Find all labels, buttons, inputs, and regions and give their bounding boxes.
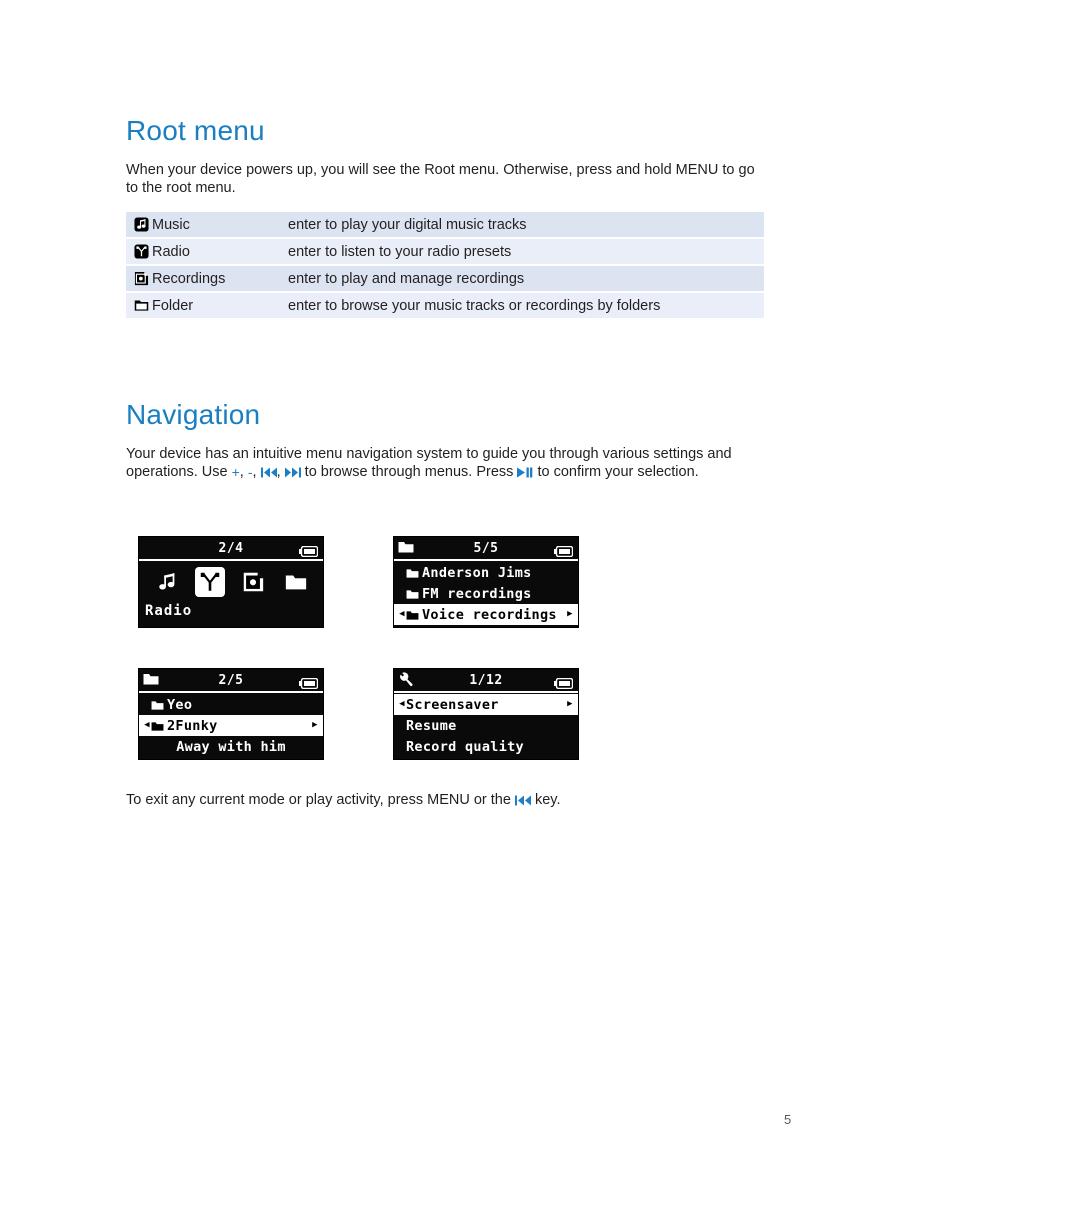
page-title-root-menu: Root menu	[126, 115, 265, 146]
list-item[interactable]: Anderson Jims	[394, 562, 578, 583]
list-item-selected[interactable]: ◀ Voice recordings ▶	[394, 604, 578, 625]
list-item-label: Screensaver	[406, 696, 499, 713]
table-cell-name-label: Recordings	[152, 270, 226, 287]
list-item-selected[interactable]: ◀ Screensaver ▶	[394, 694, 578, 715]
list-item[interactable]: Record quality	[394, 736, 578, 757]
folder-icon	[406, 609, 419, 620]
document-page: Root menu When your device powers up, yo…	[0, 0, 1080, 1228]
table-row: Recordings enter to play and manage reco…	[126, 266, 764, 291]
list-item-label: Record quality	[406, 738, 524, 755]
page-number: 5	[784, 1112, 792, 1127]
chevron-right-icon[interactable]: ▶	[566, 610, 574, 619]
navigation-comma-1: ,	[239, 463, 248, 480]
chevron-left-icon[interactable]: ◀	[143, 721, 151, 730]
recordings-mic-icon	[134, 271, 149, 286]
lcd-screen-album-list: 2/5 Yeo ◀ 2Funky ▶ Away with him	[138, 668, 324, 760]
folder-icon	[398, 540, 414, 555]
lcd-selected-item-label: Radio	[145, 603, 193, 619]
music-note-icon[interactable]	[152, 567, 182, 597]
exit-paragraph-part1: To exit any current mode or play activit…	[126, 792, 515, 808]
folder-icon	[406, 567, 419, 578]
chevron-right-icon[interactable]: ▶	[566, 700, 574, 709]
table-cell-name-label: Music	[152, 216, 190, 233]
table-cell-name-label: Radio	[152, 243, 190, 260]
lcd-body: Anderson Jims FM recordings ◀ Voice reco…	[394, 561, 578, 627]
table-cell-name-label: Folder	[152, 297, 194, 314]
exit-paragraph-part2: key.	[530, 792, 561, 808]
battery-full-icon	[554, 542, 574, 558]
folder-icon	[134, 298, 149, 313]
list-item-label: Yeo	[167, 696, 193, 713]
table-cell-description: enter to play and manage recordings	[288, 270, 525, 287]
table-row: Folder enter to browse your music tracks…	[126, 293, 764, 318]
battery-full-icon	[299, 674, 319, 690]
lcd-titlebar: 1/12	[394, 669, 578, 693]
radio-antenna-icon[interactable]	[194, 567, 225, 597]
chevron-left-icon[interactable]: ◀	[398, 610, 406, 619]
lcd-body: Yeo ◀ 2Funky ▶ Away with him	[139, 693, 323, 759]
lcd-body: Radio	[139, 561, 323, 627]
navigation-comma-2: ,	[252, 463, 261, 480]
plus-icon: +	[231, 463, 240, 480]
list-item-label: Voice recordings	[422, 606, 557, 623]
prev-track-icon	[514, 794, 531, 812]
lcd-screen-folder-list: 5/5 Anderson Jims FM recordings ◀ Voice …	[393, 536, 579, 628]
list-item-label: Away with him	[176, 738, 286, 755]
lcd-title-counter: 1/12	[469, 672, 503, 688]
table-row: Music enter to play your digital music t…	[126, 212, 764, 237]
lcd-title-counter: 2/4	[218, 540, 244, 556]
table-cell-name: Radio	[126, 244, 286, 260]
table-row: Radio enter to listen to your radio pres…	[126, 239, 764, 264]
list-item[interactable]: Yeo	[139, 694, 323, 715]
lcd-titlebar: 2/5	[139, 669, 323, 693]
list-item-label: 2Funky	[167, 717, 218, 734]
recordings-mic-icon[interactable]	[238, 567, 268, 597]
page-title-navigation: Navigation	[126, 399, 261, 430]
folder-icon	[143, 672, 159, 687]
list-item[interactable]: Resume	[394, 715, 578, 736]
list-item[interactable]: Away with him	[139, 736, 323, 757]
root-menu-table: Music enter to play your digital music t…	[126, 212, 764, 320]
lcd-icon-grid	[139, 561, 323, 601]
prev-track-icon	[260, 466, 277, 484]
folder-icon	[151, 720, 164, 731]
folder-icon[interactable]	[281, 567, 311, 597]
chevron-left-icon[interactable]: ◀	[398, 700, 406, 709]
radio-antenna-icon	[134, 244, 149, 259]
lcd-screen-settings-list: 1/12 ◀ Screensaver ▶ Resume Record quali…	[393, 668, 579, 760]
table-cell-name: Recordings	[126, 271, 286, 287]
next-track-icon	[284, 466, 301, 484]
lcd-titlebar: 2/4	[139, 537, 323, 561]
list-item-label: Resume	[406, 717, 457, 734]
list-item-label: FM recordings	[422, 585, 532, 602]
folder-icon	[151, 699, 164, 710]
chevron-right-icon[interactable]: ▶	[311, 721, 319, 730]
lcd-titlebar: 5/5	[394, 537, 578, 561]
list-item[interactable]: FM recordings	[394, 583, 578, 604]
lcd-body: ◀ Screensaver ▶ Resume Record quality	[394, 693, 578, 759]
root-menu-intro-paragraph: When your device powers up, you will see…	[126, 162, 755, 196]
list-item-label: Anderson Jims	[422, 564, 532, 581]
battery-full-icon	[554, 674, 574, 690]
lcd-title-counter: 2/5	[218, 672, 244, 688]
navigation-paragraph-part3: to confirm your selection.	[533, 463, 699, 480]
table-cell-description: enter to listen to your radio presets	[288, 243, 512, 260]
list-item-selected[interactable]: ◀ 2Funky ▶	[139, 715, 323, 736]
navigation-paragraph-part2: to browse through menus. Press	[300, 463, 518, 480]
folder-icon	[406, 588, 419, 599]
table-cell-name: Music	[126, 217, 286, 233]
music-note-icon	[134, 217, 149, 232]
lcd-screen-root-menu: 2/4 Radio	[138, 536, 324, 628]
table-cell-name: Folder	[126, 298, 286, 314]
play-pause-icon	[517, 466, 533, 484]
table-cell-description: enter to play your digital music tracks	[288, 216, 527, 233]
navigation-comma-3: ,	[276, 463, 285, 480]
battery-full-icon	[299, 542, 319, 558]
navigation-paragraph: Your device has an intuitive menu naviga…	[126, 446, 766, 482]
exit-instruction-paragraph: To exit any current mode or play activit…	[126, 792, 766, 811]
lcd-title-counter: 5/5	[473, 540, 499, 556]
wrench-icon	[398, 672, 414, 687]
table-cell-description: enter to browse your music tracks or rec…	[288, 297, 661, 314]
